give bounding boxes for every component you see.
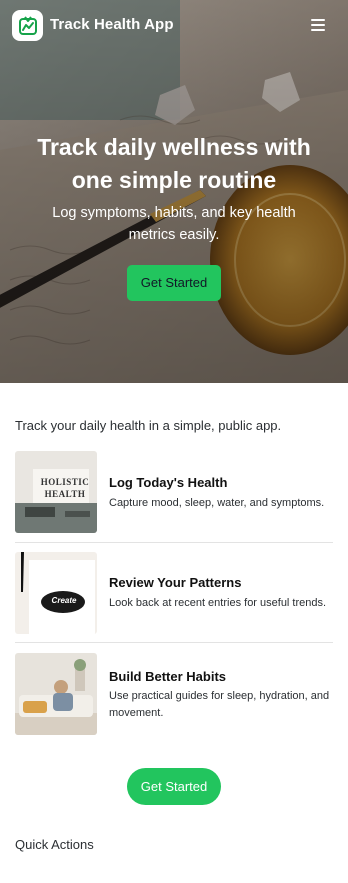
feature-divider (15, 642, 333, 643)
health-chart-icon (18, 15, 37, 35)
feature-title: Build Better Habits (109, 669, 227, 684)
feature-description: Capture mood, sleep, water, and symptoms… (109, 497, 325, 509)
app-logo[interactable] (12, 10, 43, 41)
feature-thumbnail-living-room (15, 653, 97, 735)
hero-subtitle: Log symptoms, habits, and key health met… (52, 205, 296, 243)
top-navbar: Track Health App (0, 0, 348, 52)
feature-card-review[interactable]: Create Review Your Patterns Look back at… (15, 552, 333, 634)
feature-title: Review Your Patterns (109, 575, 242, 590)
thumb-text-holistic: HOLISTIC (40, 477, 90, 487)
feature-thumbnail-holistic-health: HOLISTIC HEALTH (15, 451, 97, 533)
quick-actions-heading: Quick Actions (15, 837, 94, 852)
hero-section: Track Health App Track daily wellness wi… (0, 0, 348, 383)
feature-divider (15, 542, 333, 543)
hero-title: Track daily wellness with one simple rou… (37, 134, 311, 193)
hero-get-started-button[interactable]: Get Started (127, 265, 221, 301)
intro-text: Track your daily health in a simple, pub… (15, 418, 282, 433)
get-started-button[interactable]: Get Started (127, 768, 221, 805)
feature-description: Use practical guides for sleep, hydratio… (109, 690, 330, 719)
feature-description: Look back at recent entries for useful t… (109, 597, 327, 609)
thumb-text-health: HEALTH (44, 489, 86, 499)
feature-card-log[interactable]: HOLISTIC HEALTH Log Today's Health Captu… (15, 451, 333, 533)
app-title[interactable]: Track Health App (50, 16, 174, 33)
feature-card-habits[interactable]: Build Better Habits Use practical guides… (15, 653, 333, 735)
thumb-text-create: Create (51, 596, 77, 605)
hamburger-menu-icon[interactable] (309, 16, 329, 34)
feature-title: Log Today's Health (109, 475, 228, 490)
feature-thumbnail-create: Create (15, 552, 97, 634)
